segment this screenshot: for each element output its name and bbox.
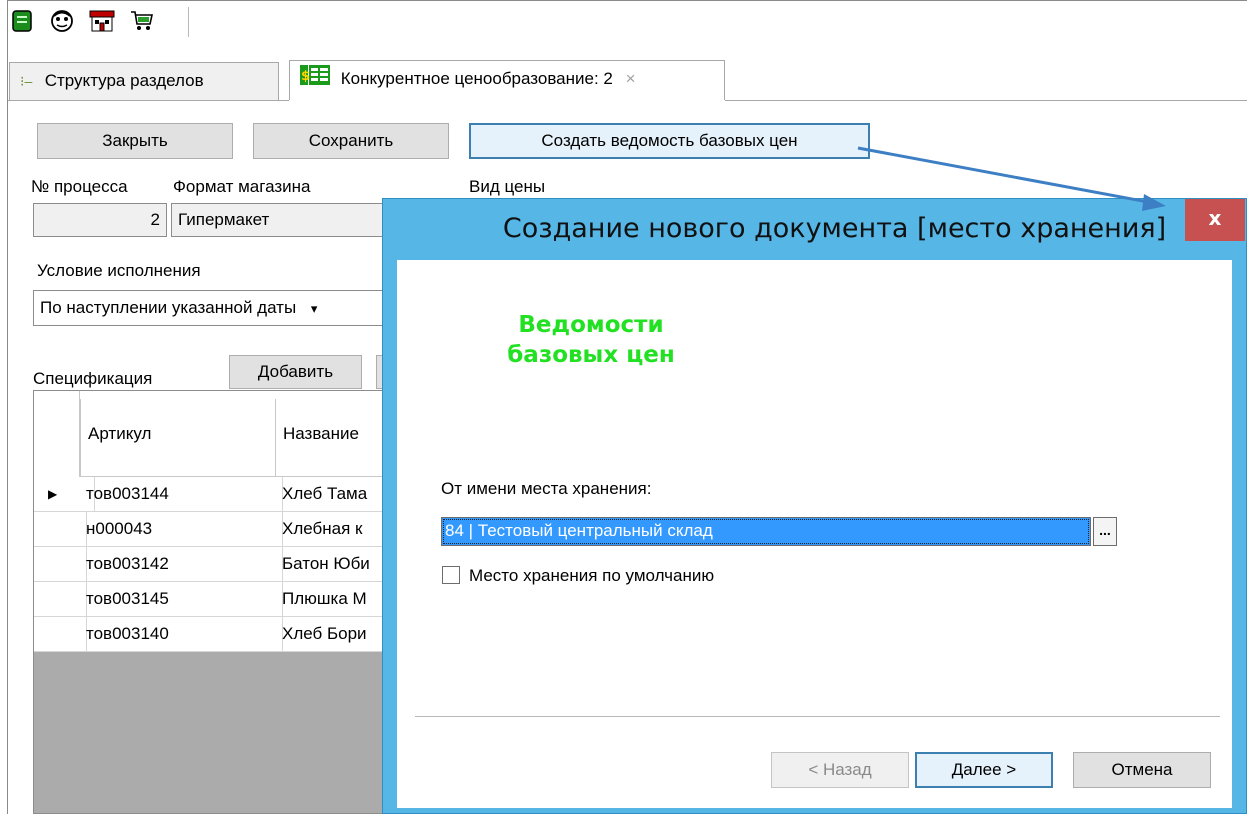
annotation-arrow [857, 146, 1166, 211]
